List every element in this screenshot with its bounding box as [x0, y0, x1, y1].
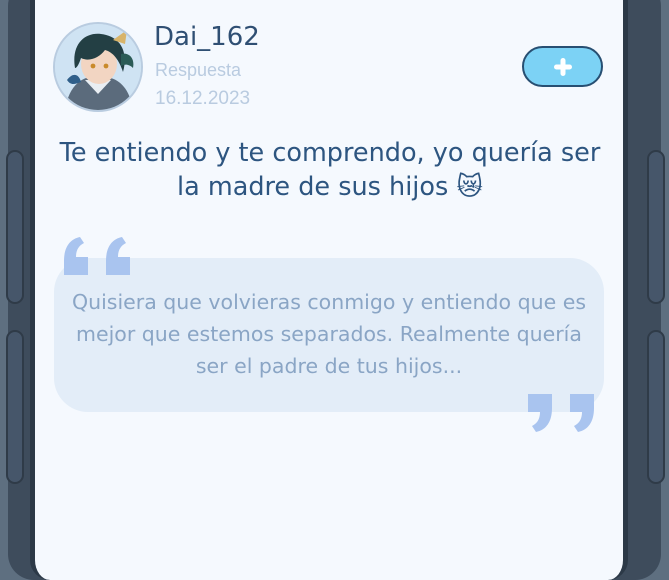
frame-right-tab [647, 150, 665, 304]
username[interactable]: Dai_162 [154, 22, 260, 52]
add-button[interactable] [522, 46, 603, 87]
open-quote-icon [64, 237, 130, 275]
frame-right-tab-lower [647, 330, 665, 484]
frame-left-tab-lower [6, 330, 24, 484]
frame-left-tab [6, 150, 24, 304]
avatar-image [55, 24, 141, 110]
post-date: 16.12.2023 [155, 88, 251, 109]
close-quote-icon [528, 394, 594, 432]
quoted-text: Quisiera que volvieras conmigo y entiend… [71, 290, 587, 378]
reply-label: Respuesta [155, 60, 242, 80]
user-avatar[interactable] [53, 22, 143, 112]
plus-icon [553, 57, 572, 76]
post-message: Te entiendo y te comprendo, yo quería se… [59, 138, 601, 202]
